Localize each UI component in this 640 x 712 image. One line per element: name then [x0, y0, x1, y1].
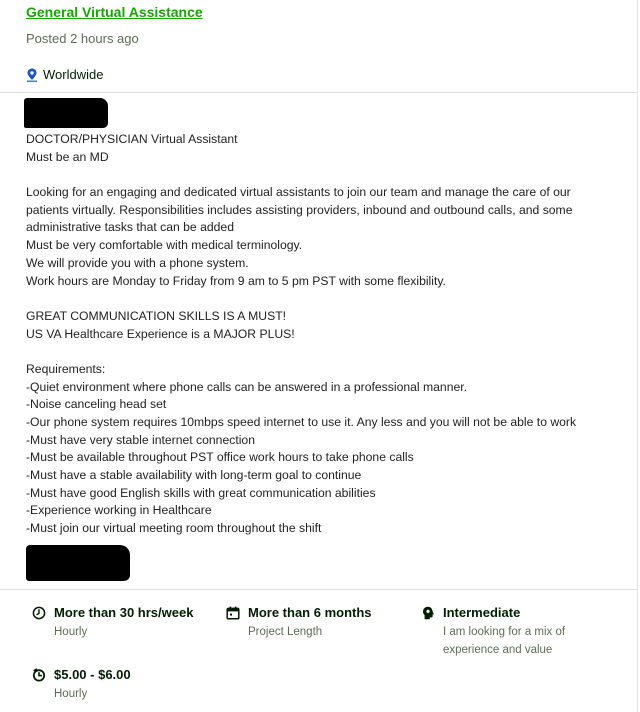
description-line: -Must be available throughout PST office… [26, 450, 414, 465]
location-pin-icon [27, 68, 37, 82]
level-sub-line1: I am looking for a mix of [443, 626, 566, 638]
redacted-block [24, 98, 108, 128]
description-line: Requirements: [26, 361, 106, 376]
description-line: -Experience working in Healthcare [26, 503, 212, 518]
duration-sub: Project Length [248, 626, 323, 638]
experience-level-icon [423, 606, 434, 620]
description-line: GREAT COMMUNICATION SKILLS IS A MUST! [26, 308, 287, 323]
description-line: -Must join our virtual meeting room thro… [26, 521, 322, 536]
description-line: Must be an MD [26, 149, 109, 164]
job-features: More than 30 hrs/week Hourly More than 6… [0, 590, 637, 708]
feature-rate: $5.00 - $6.00 Hourly [32, 666, 131, 703]
description-line: Work hours are Monday to Friday from 9 a… [26, 273, 446, 288]
description-line: Must be very comfortable with medical te… [26, 238, 303, 253]
location-text: Worldwide [43, 67, 104, 82]
description-line: administrative tasks that can be added [26, 220, 234, 235]
level-title: Intermediate [443, 605, 521, 620]
description-line: -Must have a stable availability with lo… [26, 468, 362, 483]
location: Worldwide [26, 67, 637, 82]
feature-duration: More than 6 months Project Length [226, 604, 372, 641]
description-line: -Our phone system requires 10mbps speed … [26, 415, 577, 429]
job-description: DOCTOR/PHYSICIAN Virtual Assistant Must b… [0, 93, 637, 590]
feature-hours: More than 30 hrs/week Hourly [32, 604, 193, 641]
description-line: Looking for an engaging and dedicated vi… [26, 185, 571, 200]
rate-sub: Hourly [54, 688, 88, 700]
duration-title: More than 6 months [248, 605, 372, 620]
job-header: General Virtual Assistance Posted 2 hour… [0, 0, 637, 93]
hours-title: More than 30 hrs/week [54, 605, 194, 620]
category-link[interactable]: General Virtual Assistance [26, 4, 203, 20]
job-details-panel: General Virtual Assistance Posted 2 hour… [0, 0, 638, 712]
description-line: -Noise canceling head set [26, 397, 167, 412]
level-sub: I am looking for a mix of experience and… [443, 623, 565, 659]
description-line: DOCTOR/PHYSICIAN Virtual Assistant [26, 132, 238, 146]
hourly-rate-icon [32, 668, 46, 682]
calendar-icon [226, 606, 240, 620]
clock-icon [32, 606, 46, 620]
description-text: DOCTOR/PHYSICIAN Virtual Assistant Must b… [26, 131, 637, 538]
description-line: -Must have very stable internet connecti… [26, 432, 255, 447]
posted-time: Posted 2 hours ago [26, 31, 139, 46]
redacted-block [26, 545, 130, 581]
description-line: -Must have good English skills with grea… [26, 485, 376, 500]
level-sub-line2: experience and value [443, 644, 553, 656]
description-line: patients virtually. Responsibilities inc… [26, 202, 573, 217]
description-line: We will provide you with a phone system. [26, 255, 249, 270]
description-line: -Quiet environment where phone calls can… [26, 379, 468, 394]
feature-level: Intermediate I am looking for a mix of e… [421, 604, 565, 659]
description-line: US VA Healthcare Experience is a MAJOR P… [26, 326, 295, 341]
rate-title: $5.00 - $6.00 [54, 667, 131, 682]
hours-sub: Hourly [54, 626, 88, 638]
